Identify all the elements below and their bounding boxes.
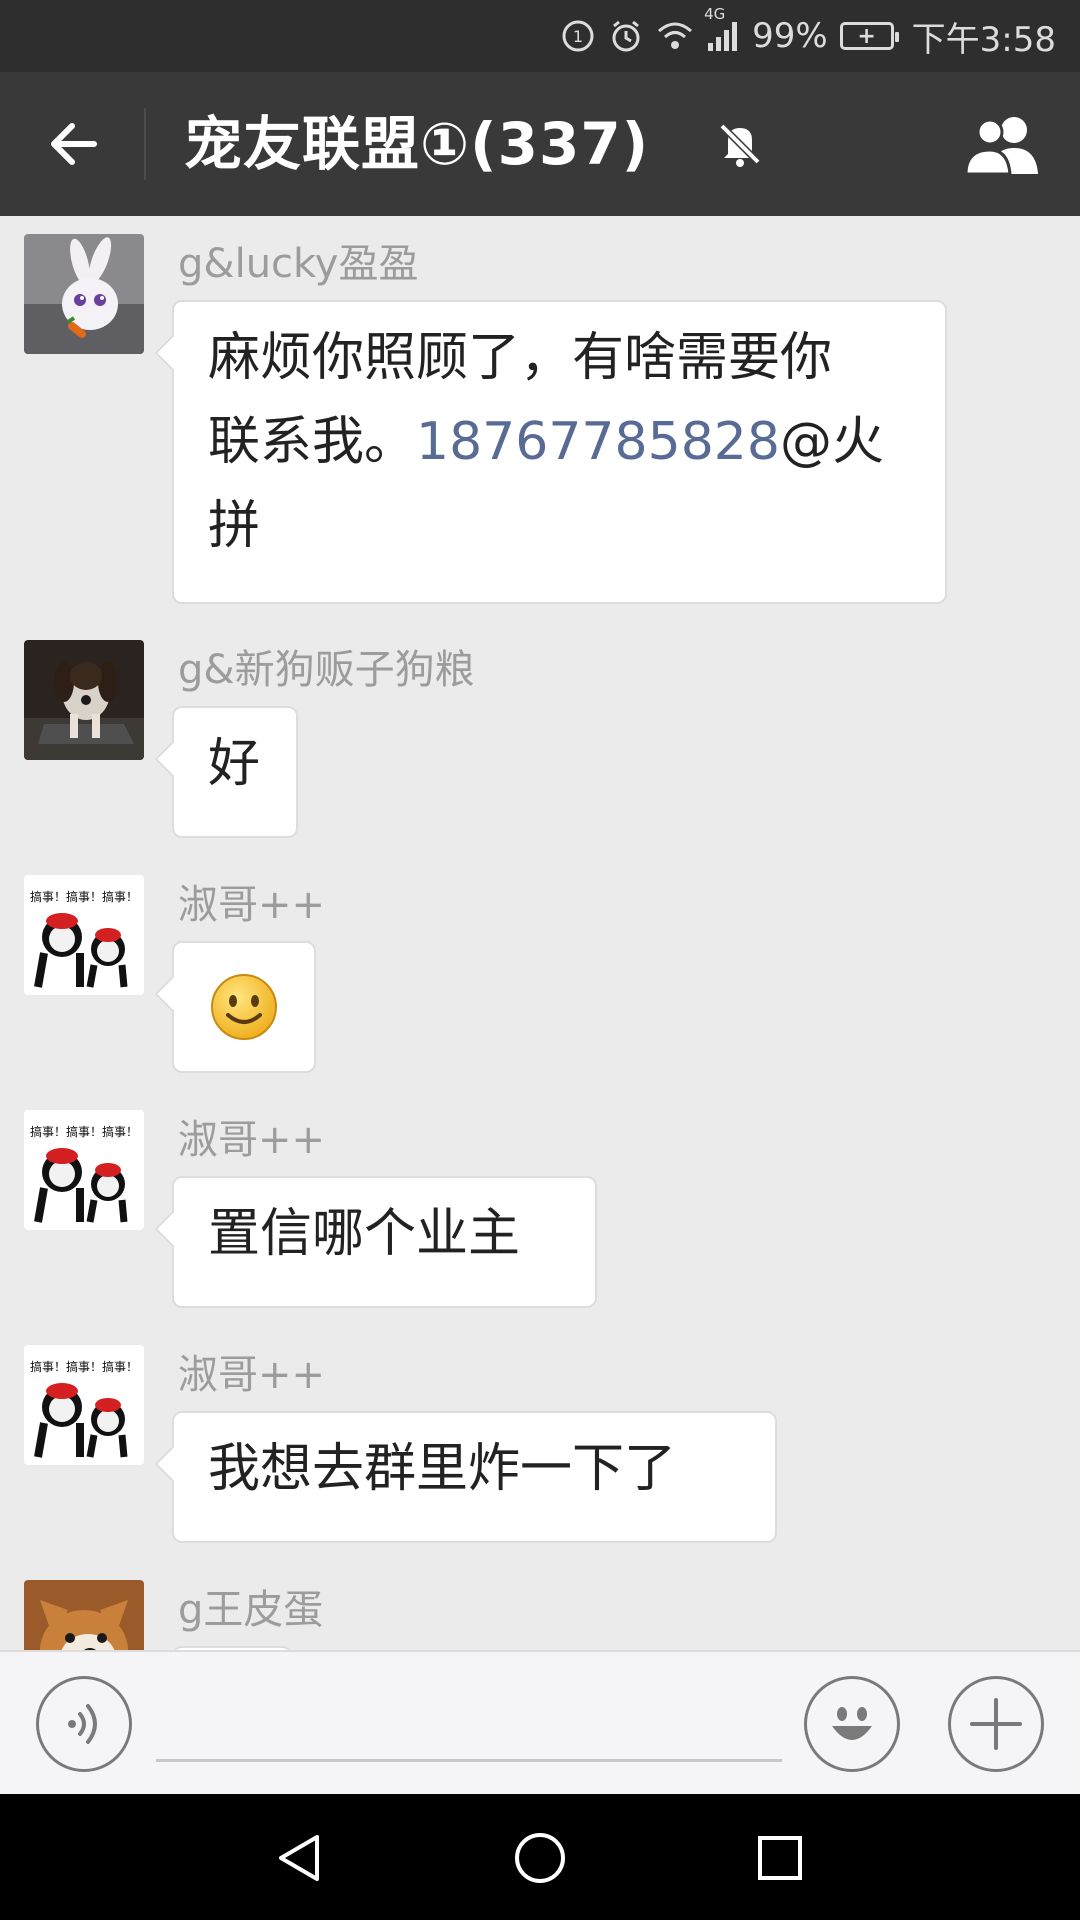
nav-back-button[interactable] [260, 1822, 340, 1894]
chat-messages[interactable]: g&lucky盈盈 麻烦你照顾了，有啥需要你 联系我。18767785828@火… [0, 216, 1080, 1650]
chat-header: 宠友联盟①(337) [0, 72, 1080, 216]
circle-home-icon [515, 1833, 565, 1883]
svg-text:搞事！搞事！搞事！: 搞事！搞事！搞事！ [30, 889, 138, 904]
plus-icon [970, 1698, 1022, 1750]
message-text-line: 联系我。18767785828@火 [208, 412, 884, 472]
sender-name: g&lucky盈盈 [178, 241, 419, 287]
wifi-icon [656, 20, 694, 52]
voice-icon [68, 1704, 97, 1744]
message-input-bar [0, 1650, 1080, 1794]
svg-text:1: 1 [573, 27, 583, 46]
avatar[interactable] [24, 1580, 144, 1650]
message-input[interactable] [156, 1692, 782, 1762]
nav-home-button[interactable] [500, 1822, 580, 1894]
message-bubble[interactable] [172, 941, 316, 1073]
status-time: 下午3:58 [911, 19, 1056, 60]
back-button[interactable] [26, 108, 122, 180]
more-button[interactable] [948, 1676, 1044, 1772]
bell-off-icon [712, 116, 768, 172]
arrow-left-icon [51, 123, 97, 165]
sender-name: 淑哥++ [178, 1117, 326, 1163]
message-bubble[interactable]: 置信哪个业主 [172, 1176, 597, 1308]
battery-icon: + [839, 22, 899, 50]
message-text-line: 拼 [208, 496, 261, 556]
avatar[interactable]: 搞事！搞事！搞事！ [24, 1110, 144, 1230]
square-recents-icon [758, 1836, 802, 1880]
chat-title: 宠友联盟①(337) [184, 110, 650, 178]
network-type: 4G [704, 5, 726, 23]
avatar[interactable] [24, 640, 144, 760]
sender-name: 淑哥++ [178, 1352, 326, 1398]
sender-name: g王皮蛋 [178, 1587, 324, 1633]
group-members-icon [964, 117, 1038, 176]
emoji-icon [832, 1707, 872, 1740]
status-icons: 1 4G 99% + 下午3:58 [560, 0, 1056, 72]
message-bubble[interactable]: 我想去群里炸一下了 [172, 1411, 777, 1543]
svg-text:搞事！搞事！搞事！: 搞事！搞事！搞事！ [30, 1359, 138, 1374]
signal-icon: 4G [704, 5, 740, 53]
svg-text:搞事！搞事！搞事！: 搞事！搞事！搞事！ [30, 1124, 138, 1139]
message-bubble[interactable]: 麻烦你照顾了，有啥需要你 联系我。18767785828@火 拼 [172, 300, 947, 604]
group-members-button[interactable] [964, 112, 1044, 176]
nav-recents-button[interactable] [740, 1822, 820, 1894]
battery-percent: 99% [752, 16, 828, 56]
avatar[interactable]: 搞事！搞事！搞事！ [24, 875, 144, 995]
system-nav-bar [0, 1794, 1080, 1920]
message-text-line: 麻烦你照顾了，有啥需要你 [208, 328, 833, 388]
data-saver-icon: 1 [560, 18, 596, 54]
emoji-button[interactable] [804, 1676, 900, 1772]
status-bar: 1 4G 99% + 下午3:58 [0, 0, 1080, 72]
triangle-back-icon [279, 1835, 319, 1881]
message-text: 置信哪个业主 [208, 1204, 521, 1264]
title-divider [144, 108, 146, 180]
phone-link[interactable]: 18767785828 [416, 412, 780, 472]
avatar[interactable] [24, 234, 144, 354]
voice-button[interactable] [36, 1676, 132, 1772]
message-text: 好 [208, 734, 261, 794]
alarm-icon [608, 18, 644, 54]
smile-emoji [211, 974, 277, 1040]
message-bubble[interactable]: 好 [172, 706, 298, 838]
avatar[interactable]: 搞事！搞事！搞事！ [24, 1345, 144, 1465]
sender-name: 淑哥++ [178, 882, 326, 928]
message-text: 我想去群里炸一下了 [208, 1439, 677, 1499]
sender-name: g&新狗贩子狗粮 [178, 647, 475, 693]
